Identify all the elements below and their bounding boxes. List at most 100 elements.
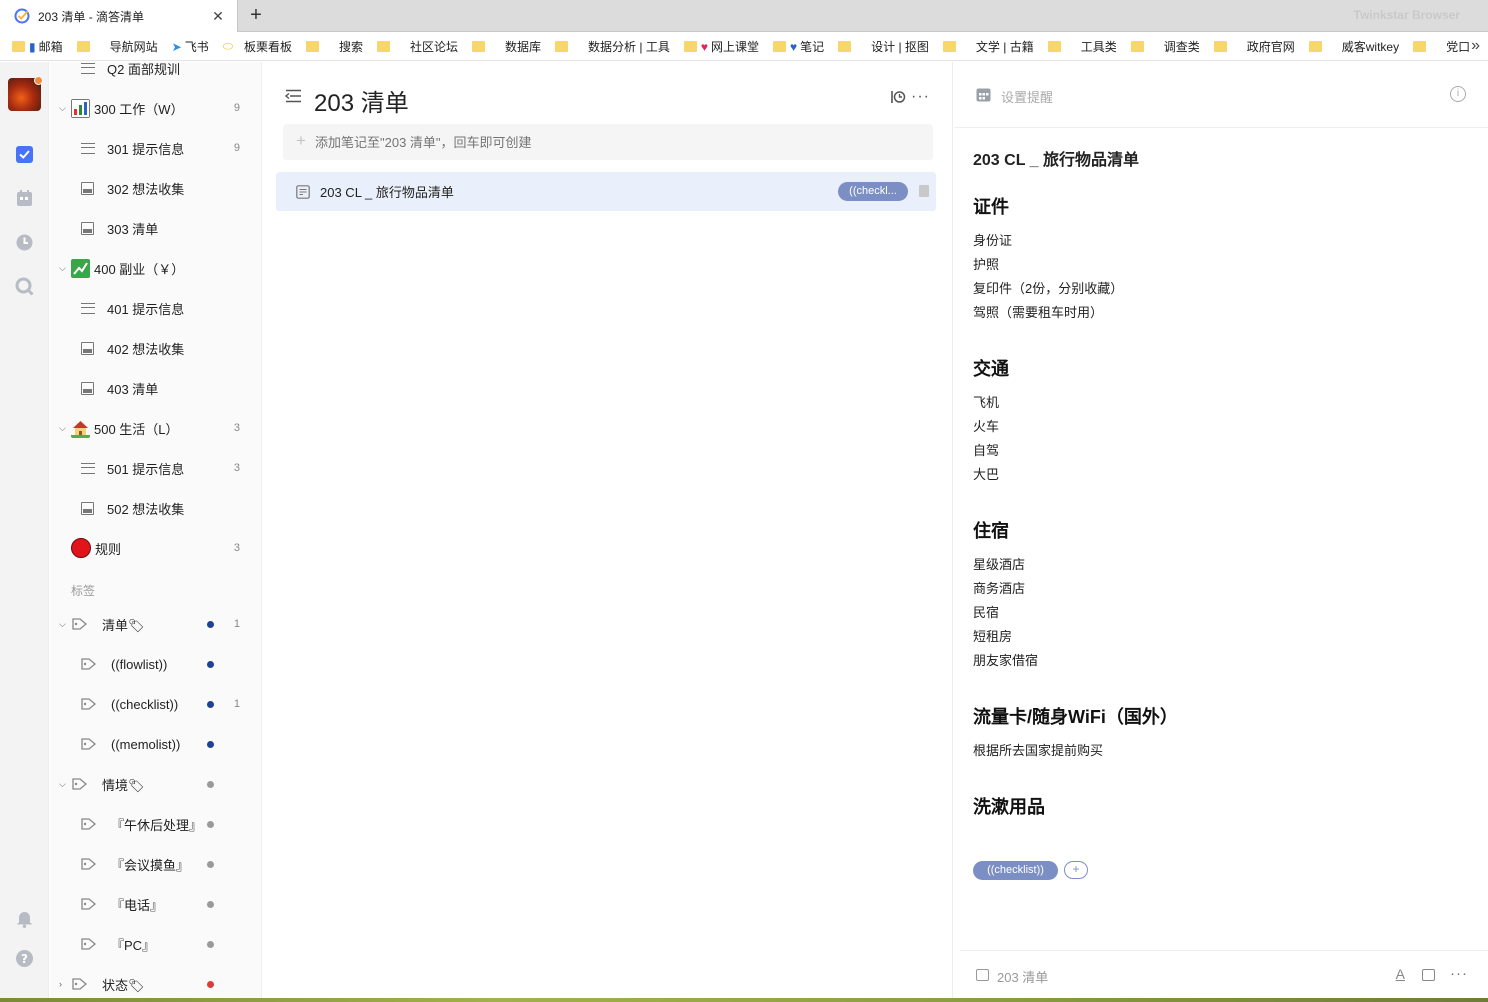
- note-icon: [81, 221, 94, 235]
- note-icon: [81, 181, 94, 195]
- note-icon: [81, 381, 94, 395]
- bookmark-mail[interactable]: ▮ 邮箱: [12, 38, 63, 55]
- tag-color-dot: [207, 940, 214, 948]
- section-item: 商务酒店: [973, 581, 1026, 596]
- section-item: 星级酒店: [973, 557, 1026, 572]
- folder-icon: [1047, 41, 1061, 52]
- folder-icon: [12, 41, 25, 52]
- sidebar-item-301[interactable]: 301 提示信息 9: [50, 128, 261, 168]
- sidebar-group-life[interactable]: ⌵ 500 生活（L） 3: [50, 408, 261, 448]
- set-reminder-button[interactable]: 设置提醒: [1001, 87, 1053, 106]
- sidebar-item-302[interactable]: 302 想法收集: [50, 168, 261, 208]
- new-tab-button[interactable]: +: [246, 4, 266, 26]
- tags-section-label: 标签: [71, 584, 96, 598]
- tag-pc[interactable]: 『PC』: [50, 924, 261, 964]
- bookmark-board[interactable]: ⬭ 板栗看板: [223, 38, 292, 55]
- sidebar-item-403[interactable]: 403 清单: [50, 368, 261, 408]
- bookmark-literature[interactable]: 文学 | 古籍: [942, 38, 1034, 55]
- bookmark-search[interactable]: 搜索: [305, 38, 363, 55]
- sort-icon[interactable]: [890, 89, 906, 105]
- folder-icon: [377, 41, 390, 52]
- tab-close-icon[interactable]: ✕: [207, 8, 229, 25]
- section-item: 朋友家借宿: [973, 653, 1039, 668]
- note-tag[interactable]: ((checklist)): [973, 861, 1058, 880]
- bookmark-party[interactable]: 党口: [1413, 38, 1470, 55]
- bookmark-survey[interactable]: 调查类: [1130, 38, 1200, 55]
- sidebar-group-work[interactable]: ⌵ 300 工作（W） 9: [50, 88, 261, 128]
- tag-group-context[interactable]: ⌵ 情境🏷: [50, 764, 261, 804]
- bookmark-witkey[interactable]: 威客witkey: [1308, 38, 1399, 55]
- move-list-icon[interactable]: [976, 969, 989, 981]
- tag-group-status[interactable]: › 状态🏷: [50, 964, 261, 998]
- bookmark-notes[interactable]: ♥ 笔记: [772, 38, 824, 55]
- bookmark-database[interactable]: 数据库: [472, 38, 541, 55]
- bell-icon[interactable]: [14, 908, 35, 929]
- tag-phone[interactable]: 『电话』: [50, 884, 261, 924]
- folder-icon: [1130, 41, 1144, 52]
- task-row[interactable]: 203 CL _ 旅行物品清单 ((checkl...: [276, 172, 936, 211]
- bookmark-tools[interactable]: 工具类: [1047, 38, 1117, 55]
- bookmarks-more-icon[interactable]: »: [1471, 37, 1480, 55]
- tag-icon: [81, 898, 97, 910]
- bookmark-classroom[interactable]: ♥ 网上课堂: [683, 38, 759, 55]
- current-list-button[interactable]: 203 清单: [997, 967, 1048, 986]
- bookmark-feishu[interactable]: ➤ 飞书: [172, 38, 209, 55]
- focus-clock-icon[interactable]: [14, 232, 35, 253]
- sidebar-item-rules[interactable]: 规则 3: [50, 528, 261, 568]
- bookmark-design[interactable]: 设计 | 抠图: [838, 38, 929, 55]
- section-item: 民宿: [973, 605, 1000, 620]
- chevron-down-icon[interactable]: ⌵: [59, 779, 69, 790]
- sidebar-group-side-business[interactable]: ⌵ 400 副业（￥）: [50, 248, 261, 288]
- tag-icon: [72, 778, 88, 790]
- bookmark-analysis[interactable]: 数据分析 | 工具: [555, 38, 670, 55]
- calendar-icon[interactable]: [14, 188, 35, 209]
- sidebar-item-402[interactable]: 402 想法收集: [50, 328, 261, 368]
- sidebar-item-501[interactable]: 501 提示信息 3: [50, 448, 261, 488]
- bookmark-nav[interactable]: 导航网站: [76, 38, 158, 55]
- tag-checklist[interactable]: ((checklist)) 1: [50, 684, 261, 724]
- info-icon[interactable]: i: [1450, 86, 1466, 102]
- chevron-down-icon[interactable]: ⌵: [59, 423, 69, 434]
- collapse-sidebar-icon[interactable]: [285, 89, 302, 103]
- note-title[interactable]: 203 CL _ 旅行物品清单: [973, 146, 1139, 170]
- detail-footer: 203 清单 A ···: [960, 950, 1488, 998]
- help-icon[interactable]: ?: [14, 948, 35, 969]
- tag-flowlist[interactable]: ((flowlist)): [50, 644, 261, 684]
- chevron-right-icon[interactable]: ›: [59, 979, 69, 989]
- more-icon[interactable]: ···: [911, 88, 930, 106]
- chevron-down-icon[interactable]: ⌵: [59, 263, 69, 274]
- bookmark-gov[interactable]: 政府官网: [1213, 38, 1295, 55]
- tag-memolist[interactable]: ((memolist)): [50, 724, 261, 764]
- more-icon[interactable]: ···: [1450, 965, 1468, 982]
- tag-icon: [72, 618, 88, 630]
- task-tag[interactable]: ((checkl...: [838, 182, 908, 201]
- calendar-icon[interactable]: [976, 87, 991, 102]
- chevron-down-icon[interactable]: ⌵: [59, 619, 69, 630]
- browser-tab[interactable]: 203 清单 - 滴答清单 ✕: [0, 0, 238, 32]
- sidebar-item-303[interactable]: 303 清单: [50, 208, 261, 248]
- comment-icon[interactable]: [1422, 969, 1435, 981]
- sidebar-item-partial[interactable]: Q2 面部规训: [50, 62, 261, 88]
- bookmark-forum[interactable]: 社区论坛: [377, 38, 458, 55]
- font-format-icon[interactable]: A: [1396, 966, 1405, 982]
- sidebar-item-502[interactable]: 502 想法收集: [50, 488, 261, 528]
- feishu-icon: ➤: [171, 39, 182, 54]
- add-note-input[interactable]: [283, 124, 933, 160]
- chevron-down-icon[interactable]: ⌵: [59, 103, 69, 114]
- tag-color-dot: [207, 620, 214, 628]
- bookmarks-bar: ▮ 邮箱 导航网站 ➤ 飞书 ⬭ 板栗看板 搜索 社区论坛 数据库 数据分析 | 工具…: [0, 33, 1488, 61]
- tag-group-checklist[interactable]: ⌵ 清单🏷 1: [50, 604, 261, 644]
- tab-title: 203 清单 - 滴答清单: [38, 9, 145, 24]
- board-icon: ⬭: [222, 39, 233, 53]
- tag-meeting[interactable]: 『会议摸鱼』: [50, 844, 261, 884]
- sidebar-item-401[interactable]: 401 提示信息: [50, 288, 261, 328]
- tag-after-nap[interactable]: 『午休后处理』: [50, 804, 261, 844]
- search-icon[interactable]: [14, 276, 35, 297]
- section-item: 根据所去国家提前购买: [973, 743, 1104, 758]
- add-tag-button[interactable]: +: [1064, 861, 1088, 879]
- section-item: 飞机: [973, 395, 1000, 410]
- tag-color-dot: [207, 700, 214, 708]
- task-check-icon[interactable]: [14, 144, 35, 165]
- folder-icon: [838, 41, 852, 52]
- sidebar: Q2 面部规训 ⌵ 300 工作（W） 9 301 提示信息 9 302 想法收集…: [50, 62, 262, 998]
